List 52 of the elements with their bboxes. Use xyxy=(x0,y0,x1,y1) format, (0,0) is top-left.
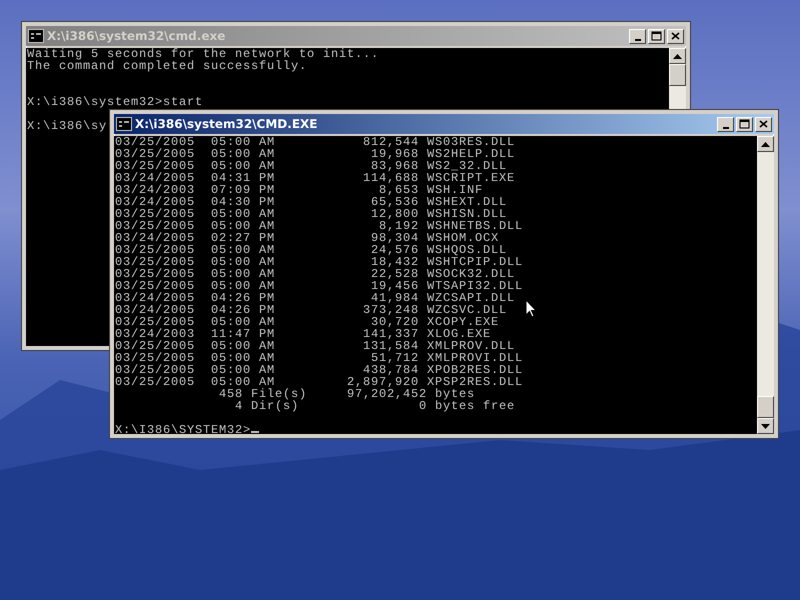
console-line: 03/24/2005 04:31 PM 114,688 WSCRIPT.EXE xyxy=(115,172,516,184)
console-line: The command completed successfully. xyxy=(27,60,308,72)
scroll-up-button[interactable] xyxy=(757,136,774,152)
console-icon xyxy=(116,117,132,131)
console-line: 03/25/2005 05:00 AM 30,720 XCOPY.EXE xyxy=(115,316,500,328)
console-line: 03/24/2005 02:27 PM 98,304 WSHOM.OCX xyxy=(115,232,500,244)
console-line: Waiting 5 seconds for the network to init... xyxy=(27,48,380,60)
console-line: 4 Dir(s) 0 bytes free xyxy=(234,400,516,412)
maximize-icon xyxy=(649,29,664,43)
down-arrow-icon xyxy=(761,424,770,428)
console-line: X:\i386\system32>start xyxy=(27,96,204,108)
minimize-button[interactable] xyxy=(629,28,646,44)
console-line: 03/25/2005 05:00 AM 83,968 WS2_32.DLL xyxy=(115,160,508,172)
console-line: 03/25/2005 05:00 AM 131,584 XMLPROV.DLL xyxy=(115,340,516,352)
close-button[interactable] xyxy=(667,28,684,44)
scroll-down-button[interactable] xyxy=(757,418,774,434)
up-arrow-icon xyxy=(673,54,682,58)
console-line: 03/25/2005 05:00 AM 812,544 WS03RES.DLL xyxy=(115,136,516,148)
console-line: 03/25/2005 05:00 AM 438,784 XPOB2RES.DLL xyxy=(115,364,524,376)
console-line: 03/25/2005 05:00 AM 51,712 XMLPROVI.DLL xyxy=(115,352,524,364)
console-line: 03/25/2005 05:00 AM 12,800 WSHISN.DLL xyxy=(115,208,508,220)
console-line: 03/24/2003 11:47 PM 141,337 XLOG.EXE xyxy=(115,328,492,340)
console-line: 03/25/2005 05:00 AM 18,432 WSHTCPIP.DLL xyxy=(115,256,524,268)
console-line: 03/25/2005 05:00 AM 19,968 WS2HELP.DLL xyxy=(115,148,516,160)
up-arrow-icon xyxy=(761,142,770,146)
maximize-icon xyxy=(737,117,752,131)
console-line: 03/25/2005 05:00 AM 8,192 WSHNETBS.DLL xyxy=(115,220,524,232)
window-title: X:\i386\system32\CMD.EXE xyxy=(135,117,318,131)
minimize-icon xyxy=(722,126,728,128)
console-line: 03/24/2003 07:09 PM 8,653 WSH.INF xyxy=(115,184,484,196)
command-prompt: X:\I386\SYSTEM32> xyxy=(115,423,252,434)
console-icon xyxy=(28,29,44,43)
console-line: 03/25/2005 05:00 AM 19,456 WTSAPI32.DLL xyxy=(115,280,524,292)
console-line: 03/25/2005 05:00 AM 22,528 WSOCK32.DLL xyxy=(115,268,516,280)
console-line: 03/24/2005 04:26 PM 373,248 WZCSVC.DLL xyxy=(115,304,508,316)
console-line: 03/24/2005 04:26 PM 41,984 WZCSAPI.DLL xyxy=(115,292,516,304)
maximize-button[interactable] xyxy=(736,116,753,132)
maximize-button[interactable] xyxy=(648,28,665,44)
close-button[interactable] xyxy=(755,116,772,132)
console-line: 03/25/2005 05:00 AM 2,897,920 XPSP2RES.DLL xyxy=(115,376,524,388)
minimize-icon xyxy=(634,38,640,40)
console-line: 03/25/2005 05:00 AM 24,576 WSHQOS.DLL xyxy=(115,244,508,256)
minimize-button[interactable] xyxy=(717,116,734,132)
scroll-up-button[interactable] xyxy=(669,48,686,64)
text-cursor-icon xyxy=(251,431,260,433)
scrollbar-thumb[interactable] xyxy=(669,64,686,86)
mouse-pointer-icon xyxy=(525,299,537,318)
console-line: X:\i386\sy xyxy=(27,120,108,132)
scrollbar-thumb[interactable] xyxy=(757,396,774,418)
window-title: X:\i386\system32\cmd.exe xyxy=(47,29,226,43)
console-line: 03/24/2005 04:30 PM 65,536 WSHEXT.DLL xyxy=(115,196,508,208)
console-line: 458 File(s) 97,202,452 bytes xyxy=(218,388,476,400)
